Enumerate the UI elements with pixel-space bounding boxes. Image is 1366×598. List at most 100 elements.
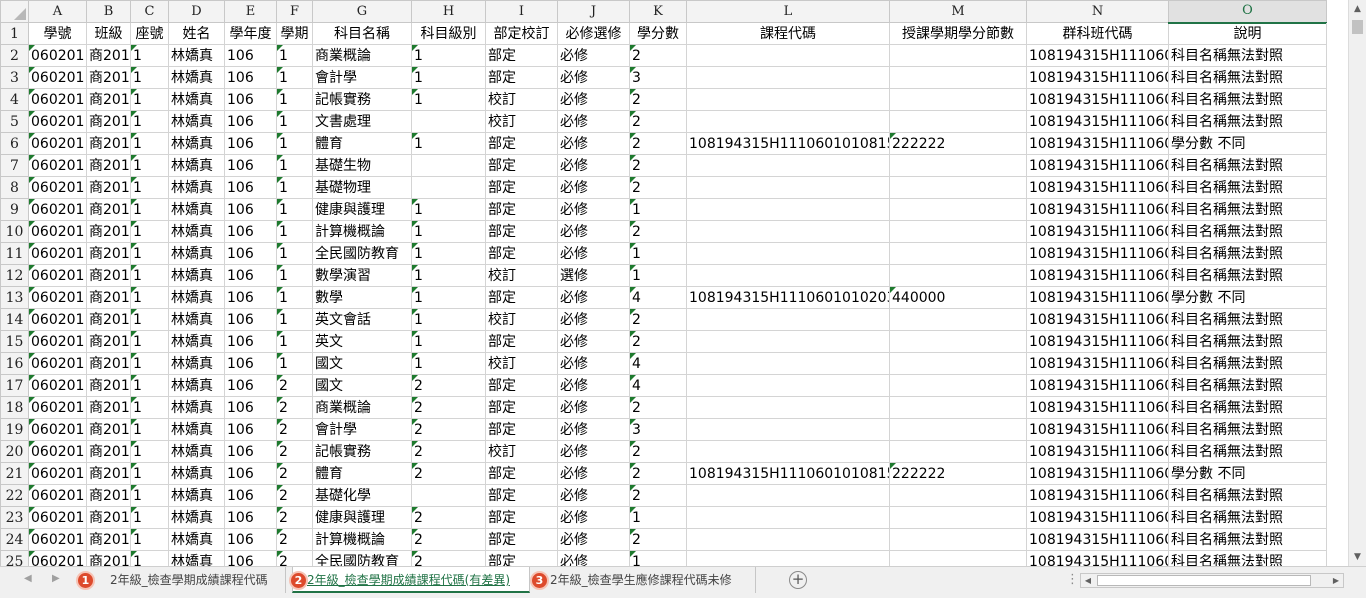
cell-n[interactable]: 108194315H111060 — [1026, 110, 1169, 133]
column-header-e[interactable]: E — [224, 0, 277, 23]
cell-n[interactable]: 108194315H111060 — [1026, 352, 1169, 375]
cell-k[interactable]: 2 — [629, 308, 687, 331]
cell-l[interactable]: 108194315H1110601010815 — [686, 132, 890, 155]
cell-o[interactable]: 科目名稱無法對照 — [1168, 396, 1327, 419]
row-header[interactable]: 18 — [0, 396, 29, 419]
header-cell[interactable]: 座號 — [130, 22, 169, 45]
header-cell[interactable]: 必修選修 — [557, 22, 630, 45]
cell-l[interactable] — [686, 550, 890, 566]
cell-e[interactable]: 106 — [224, 176, 277, 199]
cell-i[interactable]: 部定 — [485, 198, 558, 221]
cell-o[interactable]: 科目名稱無法對照 — [1168, 242, 1327, 265]
cell-g[interactable]: 計算機概論 — [312, 220, 412, 243]
row-header[interactable]: 7 — [0, 154, 29, 177]
cell-a[interactable]: 060201 — [28, 286, 87, 309]
cell-f[interactable]: 1 — [276, 242, 313, 265]
cell-o[interactable]: 科目名稱無法對照 — [1168, 110, 1327, 133]
cell-f[interactable]: 2 — [276, 374, 313, 397]
cell-e[interactable]: 106 — [224, 286, 277, 309]
cell-m[interactable] — [889, 484, 1027, 507]
cell-m[interactable] — [889, 440, 1027, 463]
cell-c[interactable]: 1 — [130, 462, 169, 485]
cell-m[interactable]: 440000 — [889, 286, 1027, 309]
cell-b[interactable]: 商201 — [86, 286, 131, 309]
cell-m[interactable] — [889, 396, 1027, 419]
cell-h[interactable]: 1 — [411, 264, 486, 287]
cell-i[interactable]: 校訂 — [485, 88, 558, 111]
cell-a[interactable]: 060201 — [28, 176, 87, 199]
cell-f[interactable]: 1 — [276, 44, 313, 67]
header-cell[interactable]: 班級 — [86, 22, 131, 45]
cell-i[interactable]: 部定 — [485, 66, 558, 89]
cell-d[interactable]: 林嬌真 — [168, 176, 225, 199]
cell-i[interactable]: 部定 — [485, 286, 558, 309]
column-header-a[interactable]: A — [28, 0, 87, 23]
cell-b[interactable]: 商201 — [86, 220, 131, 243]
cell-l[interactable] — [686, 154, 890, 177]
column-header-b[interactable]: B — [86, 0, 131, 23]
cell-c[interactable]: 1 — [130, 484, 169, 507]
cell-f[interactable]: 1 — [276, 176, 313, 199]
cell-m[interactable] — [889, 308, 1027, 331]
cell-b[interactable]: 商201 — [86, 418, 131, 441]
cell-e[interactable]: 106 — [224, 154, 277, 177]
cell-b[interactable]: 商201 — [86, 110, 131, 133]
column-header-f[interactable]: F — [276, 0, 313, 23]
cell-m[interactable] — [889, 264, 1027, 287]
cell-e[interactable]: 106 — [224, 264, 277, 287]
row-header[interactable]: 20 — [0, 440, 29, 463]
cell-e[interactable]: 106 — [224, 550, 277, 566]
row-header[interactable]: 21 — [0, 462, 29, 485]
cell-a[interactable]: 060201 — [28, 352, 87, 375]
cell-n[interactable]: 108194315H111060 — [1026, 88, 1169, 111]
cell-c[interactable]: 1 — [130, 66, 169, 89]
cell-f[interactable]: 2 — [276, 440, 313, 463]
cell-b[interactable]: 商201 — [86, 462, 131, 485]
cell-h[interactable]: 1 — [411, 66, 486, 89]
cell-c[interactable]: 1 — [130, 44, 169, 67]
cell-k[interactable]: 3 — [629, 66, 687, 89]
cell-b[interactable]: 商201 — [86, 88, 131, 111]
cell-h[interactable]: 1 — [411, 242, 486, 265]
cell-k[interactable]: 2 — [629, 132, 687, 155]
cell-b[interactable]: 商201 — [86, 440, 131, 463]
cell-e[interactable]: 106 — [224, 242, 277, 265]
cell-i[interactable]: 部定 — [485, 330, 558, 353]
cell-c[interactable]: 1 — [130, 242, 169, 265]
cell-a[interactable]: 060201 — [28, 242, 87, 265]
row-header[interactable]: 25 — [0, 550, 29, 566]
cell-d[interactable]: 林嬌真 — [168, 220, 225, 243]
cell-h[interactable]: 2 — [411, 462, 486, 485]
cell-j[interactable]: 必修 — [557, 242, 630, 265]
cell-e[interactable]: 106 — [224, 330, 277, 353]
worksheet-table[interactable]: ABCDEFGHIJKLMNO 1 學號 班級 座號 姓名 學年度 學期 科目名稱 科目級別 部定… — [0, 0, 1327, 566]
cell-m[interactable] — [889, 198, 1027, 221]
cell-a[interactable]: 060201 — [28, 220, 87, 243]
cell-j[interactable]: 必修 — [557, 132, 630, 155]
cell-f[interactable]: 2 — [276, 484, 313, 507]
column-header-o[interactable]: O — [1168, 0, 1327, 24]
cell-k[interactable]: 4 — [629, 286, 687, 309]
down-arrow-icon[interactable]: ▼ — [1350, 549, 1365, 565]
cell-i[interactable]: 部定 — [485, 176, 558, 199]
cell-n[interactable]: 108194315H111060 — [1026, 264, 1169, 287]
cell-h[interactable] — [411, 154, 486, 177]
cell-e[interactable]: 106 — [224, 396, 277, 419]
cell-e[interactable]: 106 — [224, 88, 277, 111]
cell-c[interactable]: 1 — [130, 440, 169, 463]
cell-c[interactable]: 1 — [130, 308, 169, 331]
cell-d[interactable]: 林嬌真 — [168, 88, 225, 111]
row-header[interactable]: 6 — [0, 132, 29, 155]
cell-h[interactable] — [411, 484, 486, 507]
cell-l[interactable] — [686, 396, 890, 419]
cell-l[interactable] — [686, 220, 890, 243]
cell-l[interactable] — [686, 242, 890, 265]
cell-b[interactable]: 商201 — [86, 176, 131, 199]
cell-l[interactable] — [686, 198, 890, 221]
cell-i[interactable]: 部定 — [485, 506, 558, 529]
cell-e[interactable]: 106 — [224, 484, 277, 507]
cell-c[interactable]: 1 — [130, 264, 169, 287]
cell-g[interactable]: 基礎物理 — [312, 176, 412, 199]
cell-l[interactable] — [686, 418, 890, 441]
cell-k[interactable]: 2 — [629, 396, 687, 419]
